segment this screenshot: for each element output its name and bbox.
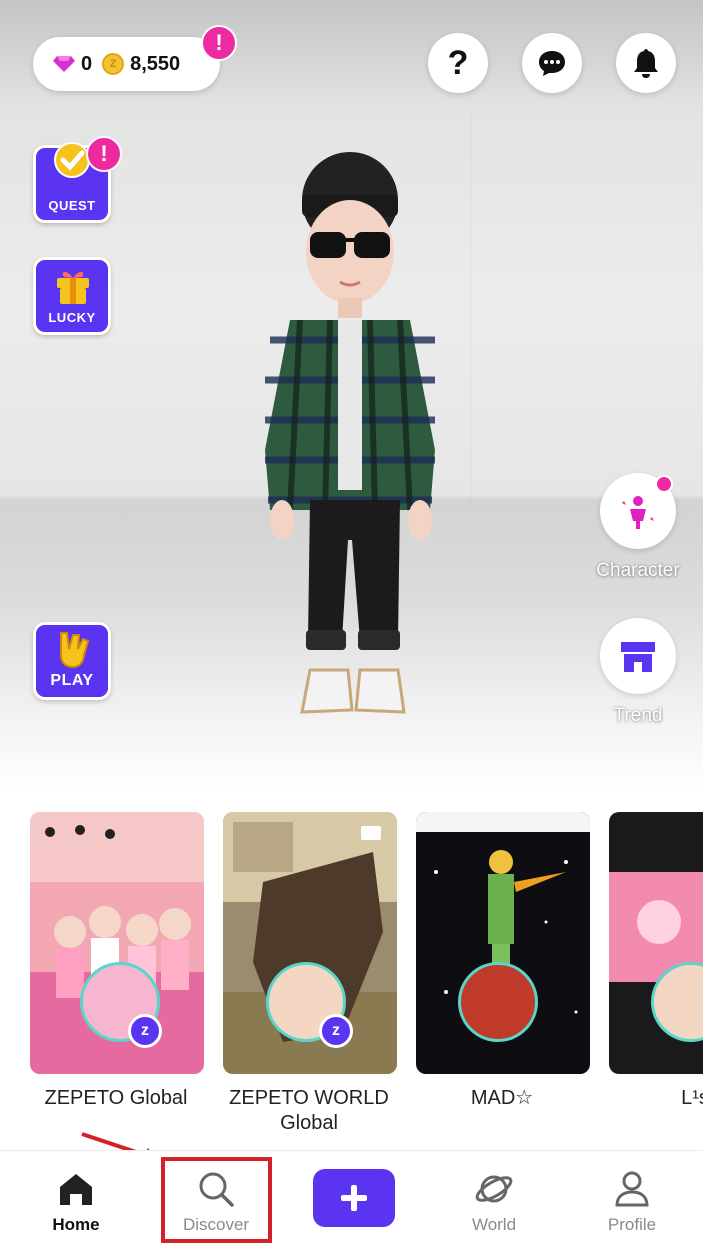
feed-card[interactable]: z	[30, 812, 204, 1074]
feed-card-title: MAD☆	[470, 1087, 534, 1109]
live-feed-carousel[interactable]: z ZEPETO Global z ZEPETO WORLD Global MA…	[0, 790, 703, 1150]
store-icon	[621, 642, 655, 672]
quest-check-icon	[54, 142, 90, 178]
feed-card-title: ZEPETO WORLD Global	[229, 1087, 389, 1134]
discover-highlight-box	[161, 1157, 272, 1243]
avatar-character[interactable]	[260, 140, 460, 730]
home-icon	[60, 1174, 92, 1205]
play-label: PLAY	[50, 672, 94, 689]
nav-home-label: Home	[52, 1215, 100, 1234]
help-icon: ?	[447, 43, 469, 82]
notifications-button[interactable]	[616, 33, 676, 93]
create-button[interactable]	[313, 1169, 395, 1227]
feed-card[interactable]: z	[223, 812, 397, 1074]
zepeto-badge: z	[128, 1014, 162, 1048]
gem-count: 0	[81, 52, 93, 75]
feed-card[interactable]	[609, 812, 703, 1074]
messages-button[interactable]	[522, 33, 582, 93]
bell-icon	[634, 49, 658, 78]
gift-icon	[57, 271, 89, 304]
host-avatar-ring	[458, 962, 538, 1042]
nav-world-label: World	[471, 1215, 517, 1234]
help-button[interactable]: ?	[428, 33, 488, 93]
feed-card[interactable]	[416, 812, 590, 1074]
character-icon	[622, 496, 654, 529]
quest-alert-badge: !	[86, 136, 122, 172]
currency-balance[interactable]: 0 Z 8,550	[33, 37, 220, 91]
trend-label: Trend	[613, 705, 663, 726]
currency-alert-badge: !	[201, 25, 237, 61]
lucky-button[interactable]: LUCKY	[33, 257, 111, 335]
character-notification-dot	[655, 475, 673, 493]
feed-card-title: L¹s	[681, 1087, 703, 1109]
feed-card-title: ZEPETO Global	[44, 1087, 188, 1109]
bottom-navigation: Home Discover World Profile	[0, 1150, 703, 1246]
gem-icon	[53, 56, 75, 72]
nav-profile-label: Profile	[607, 1215, 657, 1234]
play-button[interactable]: PLAY	[33, 622, 111, 700]
wall-divider	[470, 110, 471, 500]
planet-icon	[475, 1175, 513, 1203]
chat-bubble-icon	[539, 51, 565, 76]
nav-world[interactable]: World	[439, 1151, 549, 1246]
nav-profile[interactable]: Profile	[577, 1151, 687, 1246]
coin-icon: Z	[102, 53, 125, 75]
plus-icon	[341, 1185, 367, 1211]
trend-button[interactable]	[600, 618, 676, 694]
quest-label: QUEST	[48, 198, 96, 213]
lucky-label: LUCKY	[48, 310, 96, 325]
nav-home[interactable]: Home	[21, 1151, 131, 1246]
coin-count: 8,550	[130, 52, 181, 75]
person-icon	[615, 1171, 649, 1207]
character-label: Character	[596, 560, 680, 581]
hand-gesture-icon	[60, 632, 90, 669]
zepeto-badge: z	[319, 1014, 353, 1048]
